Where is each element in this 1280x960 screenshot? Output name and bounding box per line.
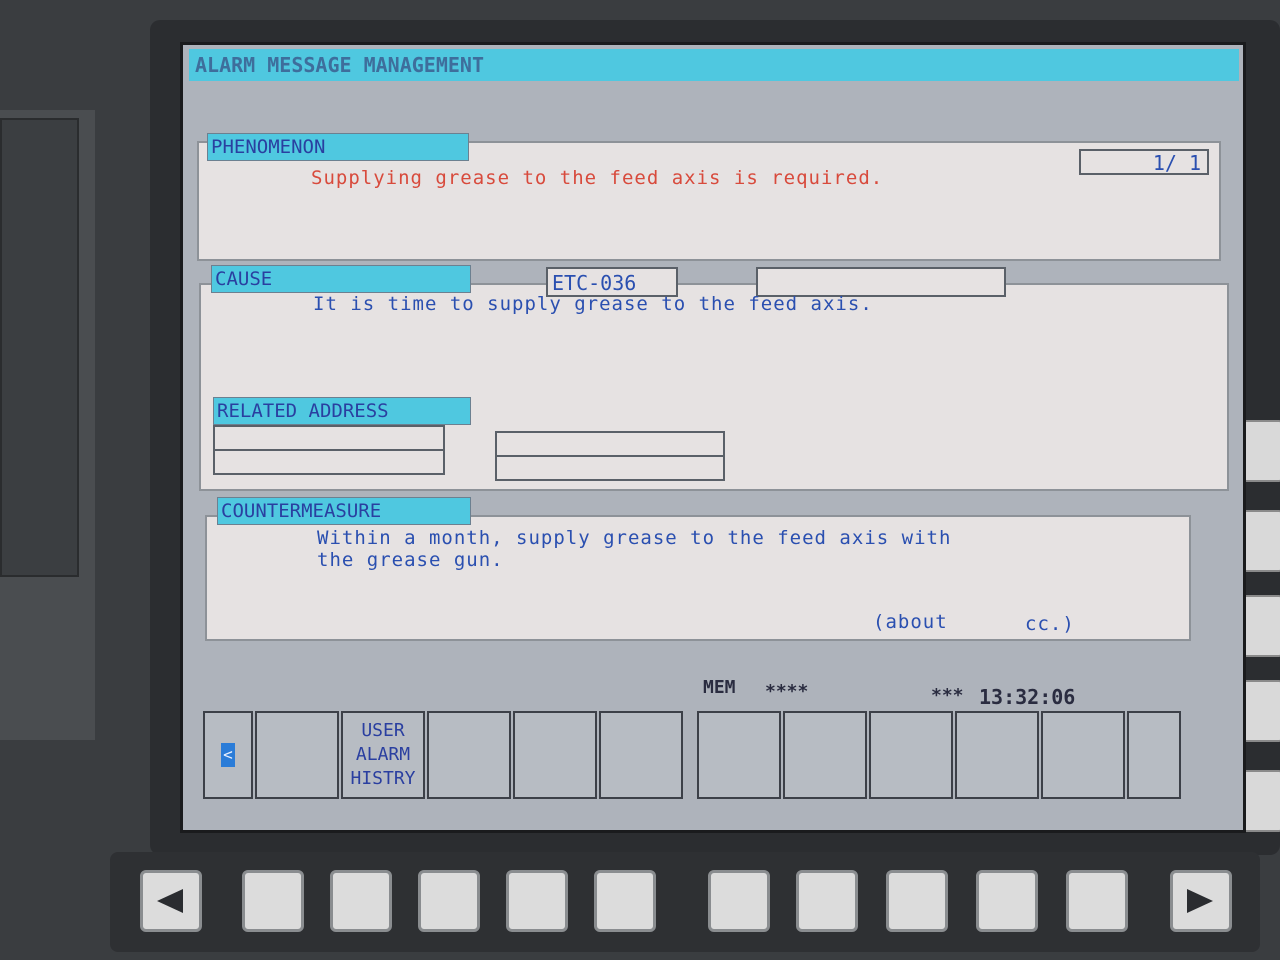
status-stars: *** (931, 685, 964, 706)
hw-key-left[interactable] (140, 870, 202, 932)
cause-label: CAUSE (211, 265, 471, 293)
softkey[interactable] (697, 711, 781, 799)
softkey[interactable] (427, 711, 511, 799)
hw-softkey[interactable] (796, 870, 858, 932)
about-label: (about (873, 611, 948, 633)
softkey[interactable] (869, 711, 953, 799)
softkey-user-alarm-history[interactable]: USER ALARM HISTRY (341, 711, 425, 799)
left-slot (0, 118, 79, 577)
related-address-field (213, 449, 445, 475)
countermeasure-label: COUNTERMEASURE (217, 497, 471, 525)
hw-softkey[interactable] (330, 870, 392, 932)
side-button[interactable] (1240, 595, 1280, 657)
countermeasure-line2: the grease gun. (317, 549, 504, 571)
cnc-screen: ALARM MESSAGE MANAGEMENT PHENOMENON Supp… (180, 42, 1246, 833)
side-button[interactable] (1240, 770, 1280, 832)
softkey-next[interactable] (1127, 711, 1181, 799)
softkey-line: HISTRY (350, 768, 416, 789)
phenomenon-panel: PHENOMENON Supplying grease to the feed … (197, 133, 1221, 261)
hw-softkey[interactable] (418, 870, 480, 932)
softkey[interactable] (783, 711, 867, 799)
arrow-left-icon (157, 889, 183, 913)
hw-softkey[interactable] (1066, 870, 1128, 932)
related-address-field (495, 431, 725, 457)
related-address-field (495, 455, 725, 481)
side-button[interactable] (1240, 680, 1280, 742)
countermeasure-line1: Within a month, supply grease to the fee… (317, 527, 952, 549)
hw-softkey[interactable] (886, 870, 948, 932)
mode-indicator: MEM (703, 677, 736, 698)
hw-softkey[interactable] (594, 870, 656, 932)
side-button[interactable] (1240, 420, 1280, 482)
hw-softkey[interactable] (242, 870, 304, 932)
cause-panel: CAUSE ETC-036 It is time to supply greas… (199, 265, 1229, 491)
phenomenon-text: Supplying grease to the feed axis is req… (311, 167, 884, 189)
hw-softkey[interactable] (506, 870, 568, 932)
page-indicator: 1/ 1 (1079, 149, 1209, 175)
status-stars: **** (765, 681, 809, 702)
softkey-back[interactable]: < (203, 711, 253, 799)
clock: 13:32:06 (979, 685, 1076, 709)
softkey[interactable] (513, 711, 597, 799)
phenomenon-label: PHENOMENON (207, 133, 469, 161)
about-unit: cc.) (1025, 613, 1075, 635)
softkey[interactable] (255, 711, 339, 799)
related-address-field (213, 425, 445, 451)
softkey[interactable] (955, 711, 1039, 799)
related-address-label: RELATED ADDRESS (213, 397, 471, 425)
hw-key-right[interactable] (1170, 870, 1232, 932)
chevron-left-icon: < (221, 743, 235, 767)
hw-softkey[interactable] (708, 870, 770, 932)
hw-softkey[interactable] (976, 870, 1038, 932)
side-button[interactable] (1240, 510, 1280, 572)
countermeasure-panel: COUNTERMEASURE Within a month, supply gr… (205, 497, 1191, 641)
softkey[interactable] (599, 711, 683, 799)
softkey-line: ALARM (355, 744, 411, 765)
cause-text: It is time to supply grease to the feed … (313, 293, 873, 315)
arrow-right-icon (1187, 889, 1213, 913)
softkey-line: USER (361, 720, 405, 741)
window-title: ALARM MESSAGE MANAGEMENT (189, 49, 1239, 81)
softkey[interactable] (1041, 711, 1125, 799)
